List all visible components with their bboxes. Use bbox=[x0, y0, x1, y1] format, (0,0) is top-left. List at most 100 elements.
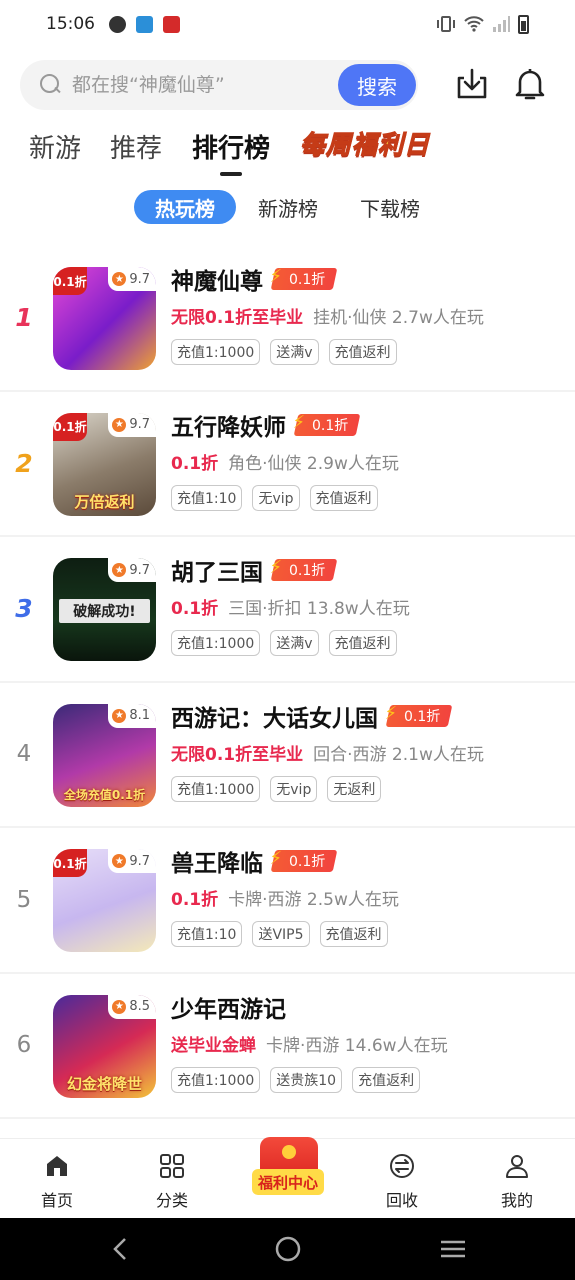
promo-text: 送毕业金蝉 bbox=[171, 1035, 256, 1056]
game-title: 五行降妖师 ⚡ 0.1折 bbox=[171, 408, 361, 442]
cover-caption: 全场充值0.1折 bbox=[63, 787, 146, 802]
discount-tag-label: 0.1折 bbox=[289, 272, 326, 288]
lightning-icon: ⚡ bbox=[269, 266, 283, 287]
game-cover[interactable]: ★ 9.7 破解成功! bbox=[53, 558, 156, 661]
menu-icon[interactable] bbox=[440, 1236, 466, 1262]
subtab-hot[interactable]: 热玩榜 bbox=[134, 190, 236, 224]
meta-text: 卡牌·西游 14.6w人在玩 bbox=[266, 1035, 448, 1056]
discount-corner-badge: 0.1折 bbox=[53, 412, 87, 441]
game-cover[interactable]: 0.1折 ★ 9.7 bbox=[53, 849, 156, 952]
tab-ranking[interactable]: 排行榜 bbox=[192, 128, 270, 165]
score-badge: ★ 9.7 bbox=[108, 267, 156, 291]
cover-caption: 万倍返利 bbox=[74, 492, 135, 511]
feature-chip: 充值返利 bbox=[328, 339, 397, 365]
nav-home[interactable]: 首页 bbox=[17, 1139, 97, 1219]
tab-recommend[interactable]: 推荐 bbox=[110, 128, 162, 165]
game-meta: 0.1折 三国·折扣 13.8w人在玩 bbox=[171, 594, 410, 619]
discount-tag: ⚡ 0.1折 bbox=[292, 411, 361, 436]
rank-number: 5 bbox=[16, 886, 32, 913]
tab-active-indicator bbox=[220, 172, 242, 176]
game-cover[interactable]: 0.1折 ★ 9.7 万倍返利 bbox=[53, 412, 156, 516]
lightning-icon: ⚡ bbox=[269, 848, 283, 869]
subtab-new[interactable]: 新游榜 bbox=[250, 190, 326, 224]
game-title: 神魔仙尊 ⚡ 0.1折 bbox=[171, 262, 338, 296]
home-circle-icon[interactable] bbox=[275, 1236, 301, 1262]
home-icon bbox=[47, 1156, 67, 1176]
feature-chip: 充值1:1000 bbox=[171, 630, 261, 656]
game-meta: 无限0.1折至毕业 回合·西游 2.1w人在玩 bbox=[171, 740, 484, 765]
meta-text: 角色·仙侠 2.9w人在玩 bbox=[228, 453, 399, 474]
tab-new-games[interactable]: 新游 bbox=[29, 128, 81, 165]
cover-caption: 破解成功! bbox=[59, 599, 150, 623]
game-title: 胡了三国 ⚡ 0.1折 bbox=[171, 553, 338, 587]
search-button[interactable]: 搜索 bbox=[338, 64, 416, 106]
status-bar: 15:06 bbox=[0, 0, 575, 48]
search-input[interactable] bbox=[72, 74, 322, 96]
user-icon bbox=[506, 1155, 528, 1178]
feature-chip: 无返利 bbox=[327, 775, 382, 802]
app-status-icon bbox=[136, 15, 153, 33]
list-item[interactable]: 4 ★ 8.1 全场充值0.1折 西游记：大话女儿国 ⚡ 0.1折 无限0.1折至毕业… bbox=[0, 683, 575, 828]
subtab-download[interactable]: 下载榜 bbox=[352, 190, 428, 224]
nav-welfare-center[interactable]: 福利中心 bbox=[252, 1133, 324, 1205]
feature-chips: 充值1:1000 无vip 无返利 bbox=[171, 775, 382, 802]
search-bar[interactable]: 搜索 bbox=[20, 60, 418, 110]
star-icon: ★ bbox=[112, 854, 127, 868]
feature-chip: 无vip bbox=[270, 775, 318, 802]
signal-icon bbox=[493, 16, 510, 32]
nav-label: 回收 bbox=[385, 1191, 418, 1210]
vibrate-icon bbox=[437, 16, 455, 32]
meta-text: 挂机·仙侠 2.7w人在玩 bbox=[313, 308, 484, 328]
game-name: 少年西游记 bbox=[171, 996, 286, 1023]
game-cover[interactable]: ★ 8.5 幻金将降世 bbox=[53, 994, 156, 1098]
list-item[interactable]: 5 0.1折 ★ 9.7 兽王降临 ⚡ 0.1折 0.1折 卡牌·西游 2.5w人在玩 … bbox=[0, 828, 575, 974]
nav-label: 分类 bbox=[155, 1191, 188, 1210]
system-nav-bar bbox=[0, 1218, 575, 1280]
discount-tag-label: 0.1折 bbox=[289, 563, 326, 579]
star-icon: ★ bbox=[112, 999, 127, 1014]
game-cover[interactable]: ★ 8.1 全场充值0.1折 bbox=[53, 703, 156, 807]
status-time: 15:06 bbox=[46, 14, 95, 34]
rank-number: 6 bbox=[16, 1032, 32, 1059]
promo-text: 0.1折 bbox=[171, 890, 219, 910]
lightning-icon: ⚡ bbox=[269, 557, 283, 578]
game-name: 五行降妖师 bbox=[171, 414, 286, 441]
rank-number: 3 bbox=[15, 594, 33, 624]
game-meta: 0.1折 卡牌·西游 2.5w人在玩 bbox=[171, 885, 399, 910]
game-name: 西游记：大话女儿国 bbox=[171, 705, 378, 732]
game-cover[interactable]: 0.1折 ★ 9.7 bbox=[53, 267, 156, 370]
bottom-nav: 首页 分类 福利中心 回收 我的 bbox=[0, 1137, 575, 1219]
discount-tag: ⚡ 0.1折 bbox=[269, 266, 338, 290]
game-name: 兽王降临 bbox=[171, 851, 263, 877]
lightning-icon: ⚡ bbox=[292, 411, 306, 433]
discount-tag: ⚡ 0.1折 bbox=[269, 848, 338, 872]
discount-tag-label: 0.1折 bbox=[289, 854, 326, 870]
nav-recycle[interactable]: 回收 bbox=[362, 1139, 442, 1219]
list-item[interactable]: 3 ★ 9.7 破解成功! 胡了三国 ⚡ 0.1折 0.1折 三国·折扣 13.8w人在… bbox=[0, 537, 575, 683]
feature-chip: 充值返利 bbox=[319, 921, 388, 947]
score-value: 9.7 bbox=[129, 417, 150, 432]
nav-label: 我的 bbox=[500, 1191, 533, 1210]
nav-category[interactable]: 分类 bbox=[132, 1139, 212, 1219]
nav-mine[interactable]: 我的 bbox=[477, 1139, 557, 1219]
list-item[interactable]: 1 0.1折 ★ 9.7 神魔仙尊 ⚡ 0.1折 无限0.1折至毕业 挂机·仙侠 2.7… bbox=[0, 246, 575, 392]
game-name: 胡了三国 bbox=[171, 560, 263, 586]
promo-text: 无限0.1折至毕业 bbox=[171, 308, 304, 328]
rank-number: 2 bbox=[15, 448, 33, 478]
tab-weekly-welfare[interactable]: 每周福利日 bbox=[300, 122, 430, 164]
list-item[interactable]: 6 ★ 8.5 幻金将降世 少年西游记 送毕业金蝉 卡牌·西游 14.6w人在玩 充… bbox=[0, 974, 575, 1119]
score-badge: ★ 8.5 bbox=[108, 994, 156, 1019]
bell-icon[interactable] bbox=[510, 62, 550, 106]
meta-text: 卡牌·西游 2.5w人在玩 bbox=[228, 890, 399, 910]
game-title: 西游记：大话女儿国 ⚡ 0.1折 bbox=[171, 699, 453, 733]
back-icon[interactable] bbox=[108, 1236, 134, 1262]
list-item[interactable]: 2 0.1折 ★ 9.7 万倍返利 五行降妖师 ⚡ 0.1折 0.1折角色·仙侠 2.… bbox=[0, 392, 575, 537]
download-icon[interactable] bbox=[452, 62, 492, 106]
feature-chip: 充值1:1000 bbox=[171, 1066, 261, 1093]
feature-chip: 送VIP5 bbox=[252, 921, 310, 947]
rank-number: 1 bbox=[15, 303, 33, 333]
feature-chip: 充值1:10 bbox=[171, 921, 243, 947]
star-icon: ★ bbox=[112, 563, 127, 577]
score-badge: ★ 9.7 bbox=[108, 412, 156, 437]
feature-chip: 送满v bbox=[270, 630, 319, 656]
